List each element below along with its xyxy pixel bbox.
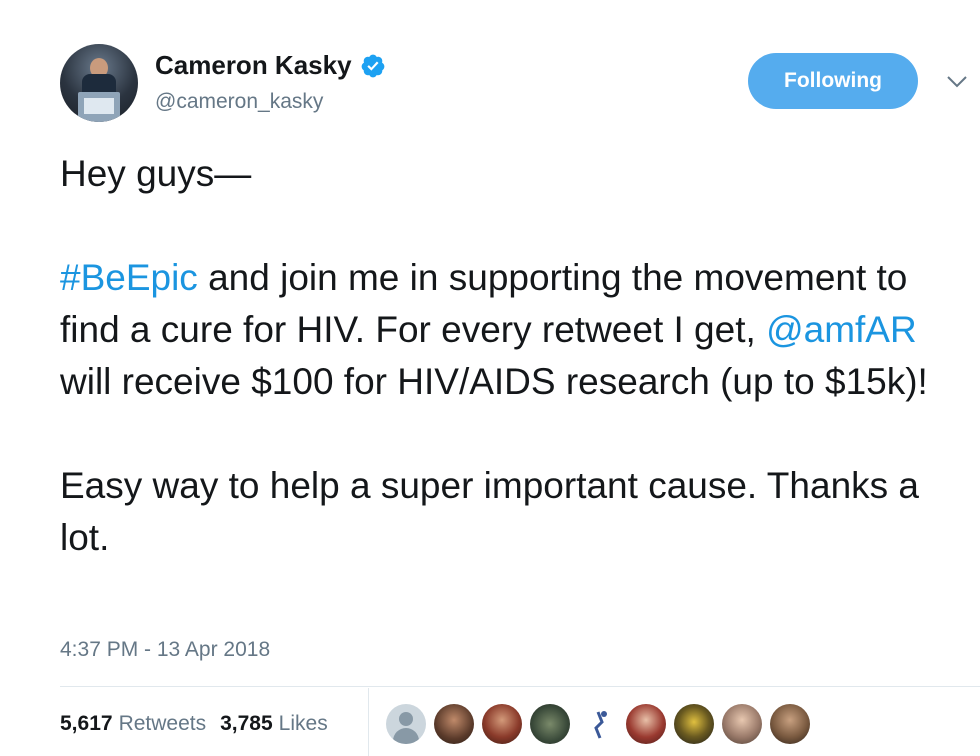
liker-avatar[interactable] [770, 704, 810, 744]
chevron-down-icon[interactable] [945, 72, 969, 92]
verified-badge-icon [361, 54, 384, 77]
liker-avatar-default[interactable] [386, 704, 426, 744]
tweet-paragraph-2b: will receive $100 for HIV/AIDS research … [60, 361, 928, 402]
retweets-label: Retweets [118, 712, 207, 735]
liker-avatar[interactable] [674, 704, 714, 744]
tweet-paragraph-2: #BeEpic and join me in supporting the mo… [60, 252, 965, 408]
liker-avatar[interactable] [722, 704, 762, 744]
likes-label: Likes [278, 712, 328, 735]
following-button[interactable]: Following [748, 53, 918, 109]
avatar-sign [84, 98, 114, 114]
mention-link[interactable]: @amfAR [766, 309, 917, 350]
author-avatar[interactable] [60, 44, 138, 122]
author-name-row[interactable]: Cameron Kasky [155, 50, 386, 81]
tweet-stats: 5,617 Retweets 3,785 Likes [60, 712, 328, 736]
liker-avatar[interactable] [578, 704, 618, 744]
retweets-count: 5,617 [60, 712, 113, 735]
liker-avatar[interactable] [434, 704, 474, 744]
liker-figure-icon [594, 711, 607, 739]
tweet-line-1: Hey guys— [60, 153, 252, 194]
retweets-stat[interactable]: 5,617 Retweets [60, 712, 206, 736]
tweet-timestamp[interactable]: 4:37 PM - 13 Apr 2018 [60, 638, 270, 662]
author-name[interactable]: Cameron Kasky [155, 50, 352, 81]
tweet-text: Hey guys— #BeEpic and join me in support… [60, 148, 965, 564]
stats-vertical-divider [368, 688, 369, 756]
avatar-podium [78, 92, 120, 122]
liker-avatars [386, 704, 810, 744]
tweet-paragraph-3: Easy way to help a super important cause… [60, 465, 920, 558]
author-handle[interactable]: @cameron_kasky [155, 90, 323, 114]
likes-stat[interactable]: 3,785 Likes [220, 712, 328, 736]
liker-avatar[interactable] [626, 704, 666, 744]
likes-count: 3,785 [220, 712, 273, 735]
hashtag-link[interactable]: #BeEpic [60, 257, 198, 298]
stats-divider [60, 686, 980, 687]
liker-avatar[interactable] [530, 704, 570, 744]
liker-avatar[interactable] [482, 704, 522, 744]
